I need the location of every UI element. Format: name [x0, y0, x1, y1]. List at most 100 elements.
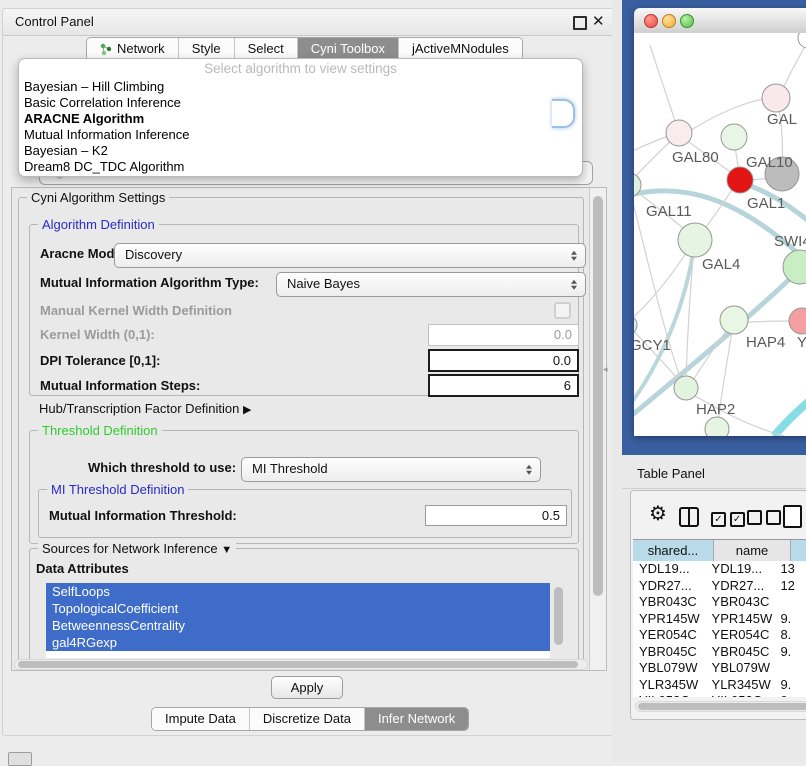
algorithm-definition-group: Algorithm Definition Aracne Mode: Discov… — [29, 224, 579, 396]
tab-infer-network[interactable]: Infer Network — [364, 708, 468, 730]
table-row[interactable]: YBR045CYBR045C9. — [633, 644, 806, 661]
apply-button[interactable]: Apply — [271, 676, 343, 699]
expanded-arrow-icon[interactable]: ▼ — [221, 544, 232, 556]
network-edge[interactable] — [774, 385, 806, 436]
mi-steps-field[interactable]: 6 — [428, 374, 579, 397]
column-header[interactable]: A — [791, 540, 806, 562]
tab-style[interactable]: Style — [178, 38, 234, 60]
table-row[interactable]: YPR145WYPR145W9. — [633, 611, 806, 628]
algorithm-option[interactable]: ARACNE Algorithm — [19, 111, 582, 127]
settings-hscrollbar-thumb[interactable] — [18, 661, 578, 668]
which-threshold-combo[interactable]: MI Threshold — [241, 457, 541, 482]
network-node[interactable] — [705, 417, 729, 436]
attributes-scrollbar-thumb[interactable] — [554, 587, 563, 645]
table-cell: 9. — [774, 677, 806, 694]
network-desktop: GALGAL80GAL10GAL1GAL11SWI4GAL4GCY1HAP4YH… — [622, 0, 806, 455]
checked-box-icon: ✓ — [730, 512, 745, 527]
network-window-titlebar[interactable] — [634, 8, 806, 34]
dpi-tolerance-field[interactable]: 0.0 — [428, 349, 579, 372]
network-node-label: GCY1 — [634, 337, 671, 354]
algorithm-option[interactable]: Bayesian – K2 — [19, 143, 582, 159]
hub-definition-toggle[interactable]: Hub/Transcription Factor Definition ▶ — [39, 401, 251, 416]
settings-vertical-scrollbar[interactable] — [589, 188, 606, 670]
split-columns-icon[interactable] — [679, 507, 699, 527]
settings-vscrollbar-thumb[interactable] — [593, 196, 603, 596]
table-cell: YDR27... — [706, 578, 775, 595]
mi-type-label: Mutual Information Algorithm Type: — [40, 275, 259, 290]
table-cell: YPR145W — [633, 611, 706, 628]
network-edge[interactable] — [634, 245, 691, 321]
settings-horizontal-scrollbar[interactable] — [14, 659, 588, 670]
network-canvas[interactable]: GALGAL80GAL10GAL1GAL11SWI4GAL4GCY1HAP4YH… — [634, 33, 806, 436]
mi-threshold-field[interactable]: 0.5 — [425, 505, 567, 526]
manual-kernel-checkbox[interactable] — [554, 302, 571, 319]
algorithm-definition-title: Algorithm Definition — [38, 217, 159, 232]
network-node[interactable] — [678, 223, 712, 257]
network-node-label: GAL1 — [747, 195, 785, 212]
minimize-traffic-light-icon[interactable] — [662, 14, 676, 28]
collapsed-panel-button[interactable] — [8, 752, 32, 766]
column-header[interactable]: name — [714, 540, 791, 562]
tab-jactivemnodules[interactable]: jActiveMNodules — [398, 38, 522, 60]
network-node[interactable] — [721, 124, 747, 150]
table-hscrollbar-thumb[interactable] — [638, 703, 806, 710]
close-icon[interactable]: ✕ — [592, 12, 605, 30]
table-row[interactable]: YIL052CYIL052C9. — [633, 693, 806, 697]
select-all-checkboxes-icon[interactable]: ✓ ✓ — [711, 510, 745, 527]
close-traffic-light-icon[interactable] — [644, 14, 658, 28]
tab-impute-data[interactable]: Impute Data — [152, 708, 249, 730]
combo-spinner-icon — [571, 250, 577, 261]
table-cell: YBR045C — [706, 644, 775, 661]
table-cell: YBR043C — [633, 594, 706, 611]
data-attributes-list[interactable]: SelfLoopsTopologicalCoefficientBetweenne… — [46, 583, 550, 658]
table-row[interactable]: YDL19...YDL19...13 — [633, 561, 806, 578]
table-horizontal-scrollbar[interactable] — [635, 701, 806, 712]
network-node[interactable] — [789, 308, 806, 334]
table-row[interactable]: YER054CYER054C8. — [633, 627, 806, 644]
column-header[interactable]: shared... — [633, 540, 714, 562]
tab-discretize-data[interactable]: Discretize Data — [249, 708, 364, 730]
mi-type-combo[interactable]: Naive Bayes — [276, 272, 586, 297]
algorithm-option[interactable]: Basic Correlation Inference — [19, 95, 582, 111]
table-row[interactable]: YBL079WYBL079W — [633, 660, 806, 677]
aracne-mode-value: Discovery — [125, 247, 182, 262]
data-attributes-label: Data Attributes — [36, 561, 129, 576]
checked-box-icon: ✓ — [711, 512, 726, 527]
table-cell: YLR345W — [706, 677, 775, 694]
network-node[interactable] — [798, 33, 806, 48]
divider-collapse-handle[interactable]: ◂ — [603, 364, 608, 375]
network-node-label: GAL10 — [746, 154, 793, 171]
tab-select[interactable]: Select — [234, 38, 297, 60]
float-window-icon[interactable] — [573, 16, 587, 30]
network-edge[interactable] — [650, 45, 678, 130]
table-cell: YDR27... — [633, 578, 706, 595]
network-node[interactable] — [762, 84, 790, 112]
deselect-all-checkboxes-icon[interactable] — [747, 510, 781, 528]
attribute-list-item[interactable]: TopologicalCoefficient — [46, 600, 550, 617]
attribute-list-item[interactable]: SelfLoops — [46, 583, 550, 600]
attribute-list-item[interactable]: BetweennessCentrality — [46, 617, 550, 634]
sources-group: Sources for Network Inference ▼ Data Att… — [29, 548, 579, 662]
table-row[interactable]: YDR27...YDR27...12 — [633, 578, 806, 595]
algorithm-dropdown[interactable]: Select algorithm to view settings Bayesi… — [18, 58, 583, 177]
tab-network[interactable]: Network — [87, 38, 178, 60]
algorithm-option[interactable]: Bayesian – Hill Climbing — [19, 79, 582, 95]
network-node-label: GAL4 — [702, 256, 740, 273]
gear-icon[interactable]: ⚙ — [649, 504, 667, 524]
bottom-tabbar: Impute DataDiscretize DataInfer Network — [151, 707, 469, 731]
algorithm-option[interactable]: Dream8 DC_TDC Algorithm — [19, 159, 582, 175]
new-table-icon[interactable] — [783, 505, 802, 528]
zoom-traffic-light-icon[interactable] — [680, 14, 694, 28]
aracne-mode-combo[interactable]: Discovery — [114, 243, 586, 268]
algorithm-option[interactable]: Mutual Information Inference — [19, 127, 582, 143]
table-row[interactable]: YLR345WYLR345W9. — [633, 677, 806, 694]
panel-divider[interactable] — [612, 0, 622, 762]
table-cell: YBR045C — [633, 644, 706, 661]
network-node[interactable] — [720, 306, 748, 334]
attribute-list-item[interactable]: gal4RGexp — [46, 634, 550, 651]
network-node[interactable] — [674, 376, 698, 400]
tab-cyni-toolbox[interactable]: Cyni Toolbox — [297, 38, 398, 60]
table-cell: YLR345W — [633, 677, 706, 694]
network-node[interactable] — [666, 120, 692, 146]
table-row[interactable]: YBR043CYBR043C — [633, 594, 806, 611]
